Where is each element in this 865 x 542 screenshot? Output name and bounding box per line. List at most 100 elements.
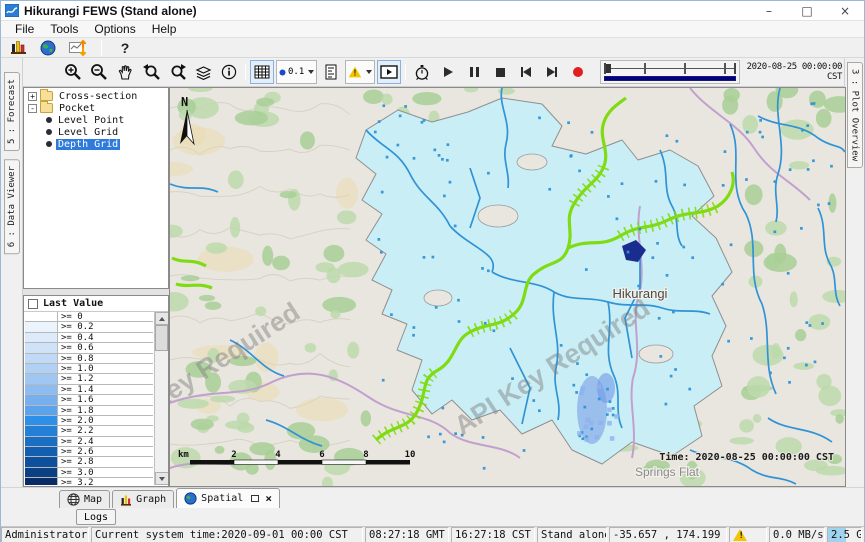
zoom-next-icon[interactable] — [165, 60, 189, 84]
bar-chart-icon — [120, 494, 132, 506]
legend-entry: >= 2.6 — [25, 447, 153, 457]
tree-item-depth-grid[interactable]: Depth Grid — [24, 138, 168, 150]
tab-plot-overview[interactable]: 3 : Plot Overview — [847, 62, 863, 168]
legend-swatch — [25, 312, 58, 321]
status-network-rate: 0.0 MB/s — [769, 527, 825, 542]
tree-item-level-point[interactable]: Level Point — [24, 114, 168, 126]
zoom-previous-icon[interactable] — [139, 60, 163, 84]
legend-label: >= 3.0 — [58, 468, 94, 477]
tab-map[interactable]: Map — [59, 490, 110, 508]
app-logo-icon — [5, 4, 19, 17]
zoom-in-icon[interactable] — [61, 60, 85, 84]
stopwatch-icon[interactable] — [410, 60, 434, 84]
tree-toggle-icon[interactable]: + — [28, 92, 37, 101]
svg-text:8: 8 — [363, 450, 368, 460]
layers-icon[interactable] — [191, 60, 215, 84]
spatial-display-icon[interactable] — [67, 39, 89, 57]
window-title: Hikurangi FEWS (Stand alone) — [24, 4, 197, 18]
tree-item-pocket[interactable]: -Pocket — [24, 102, 168, 114]
status-user: Administrator — [1, 527, 89, 542]
scroll-thumb[interactable] — [155, 325, 168, 351]
legend-swatch — [25, 447, 58, 456]
legend-entry: >= 1.4 — [25, 385, 153, 395]
legend-label: >= 2.6 — [58, 447, 94, 456]
tab-graph[interactable]: Graph — [112, 490, 174, 508]
warning-icon: ! — [733, 529, 747, 541]
help-icon[interactable]: ? — [114, 39, 136, 57]
status-coordinates: -35.657 , 174.199 — [609, 527, 727, 542]
legend-label: >= 2.8 — [58, 457, 94, 466]
time-slider-thumb[interactable] — [606, 64, 611, 73]
menu-options[interactable]: Options — [86, 21, 143, 37]
legend-swatch — [25, 478, 58, 485]
last-value-checkbox[interactable] — [28, 299, 38, 309]
pause-button[interactable] — [462, 60, 486, 84]
tree-item-label: Level Point — [56, 115, 126, 126]
maximize-button[interactable]: □ — [788, 1, 826, 21]
right-tab-strip: 3 : Plot Overview — [844, 58, 864, 487]
grid-display-icon[interactable] — [250, 60, 274, 84]
legend-swatch — [25, 457, 58, 466]
step-forward-button[interactable] — [540, 60, 564, 84]
folder-icon — [40, 91, 53, 101]
bottom-tab-bar: Map Graph Spatial × — [1, 487, 864, 508]
status-warning-cell[interactable]: ! — [729, 527, 767, 542]
minimize-button[interactable]: – — [750, 1, 788, 21]
status-gmt-time: 08:27:18 GMT — [365, 527, 449, 542]
thresholds-warning-dropdown[interactable]: ! — [345, 60, 375, 84]
legend-swatch — [25, 426, 58, 435]
restore-view-icon[interactable] — [251, 495, 259, 502]
status-system-time: Current system time:2020-09-01 00:00 CST — [91, 527, 363, 542]
svg-text:2: 2 — [231, 450, 236, 460]
contour-overlay-dropdown[interactable]: 0.1 — [276, 60, 317, 84]
play-button[interactable] — [436, 60, 460, 84]
main-toolbar: ? — [1, 38, 864, 58]
menu-help[interactable]: Help — [144, 21, 185, 37]
pan-hand-icon[interactable] — [113, 60, 137, 84]
database-chart-icon[interactable] — [7, 39, 29, 57]
menu-file[interactable]: File — [7, 21, 42, 37]
scroll-down-icon[interactable] — [155, 472, 168, 485]
tree-item-label: Depth Grid — [56, 139, 120, 150]
legend-entry: >= 0.4 — [25, 333, 153, 343]
logs-button[interactable]: Logs — [76, 509, 116, 525]
legend-scrollbar[interactable] — [154, 312, 168, 485]
folder-icon — [40, 103, 53, 113]
legend-entry: >= 1.6 — [25, 395, 153, 405]
map-toolbar-row: 0.1 ! — [23, 58, 846, 87]
info-icon[interactable] — [217, 60, 241, 84]
map-globe-icon[interactable] — [37, 39, 59, 57]
map-view[interactable]: API Key Required API Key Required N km 2… — [169, 87, 846, 487]
stop-button[interactable] — [488, 60, 512, 84]
legend-label: >= 1.6 — [58, 395, 94, 404]
globe-wire-icon — [67, 493, 80, 506]
tab-data-viewer[interactable]: 6 : Data Viewer — [4, 159, 20, 254]
scroll-up-icon[interactable] — [155, 312, 168, 325]
time-slider[interactable] — [600, 60, 740, 84]
close-button[interactable]: × — [826, 1, 864, 21]
current-time-label: 2020-08-25 00:00:00 CST — [746, 62, 846, 82]
legend-label: >= 1.0 — [58, 364, 94, 373]
record-button[interactable] — [566, 60, 590, 84]
contour-value: 0.1 — [288, 67, 304, 77]
legend-label: >= 2.4 — [58, 437, 94, 446]
animation-movie-icon[interactable] — [377, 60, 401, 84]
legend-swatch — [25, 468, 58, 477]
tree-item-level-grid[interactable]: Level Grid — [24, 126, 168, 138]
tree-toggle-icon[interactable]: - — [28, 104, 37, 113]
legend-swatch — [25, 416, 58, 425]
zoom-out-icon[interactable] — [87, 60, 111, 84]
legend-entry: >= 2.4 — [25, 437, 153, 447]
svg-text:10: 10 — [405, 450, 416, 460]
menu-tools[interactable]: Tools — [42, 21, 86, 37]
step-back-button[interactable] — [514, 60, 538, 84]
legend-swatch — [25, 406, 58, 415]
scale-legend-icon[interactable] — [319, 60, 343, 84]
tab-forecast[interactable]: 5 : Forecast — [4, 72, 20, 151]
legend-entry: >= 2.2 — [25, 426, 153, 436]
legend-entry: >= 0.8 — [25, 354, 153, 364]
menu-bar: File Tools Options Help — [1, 21, 864, 38]
legend-swatch — [25, 343, 58, 352]
close-view-icon[interactable]: × — [265, 492, 272, 505]
tab-spatial[interactable]: Spatial × — [176, 488, 280, 508]
